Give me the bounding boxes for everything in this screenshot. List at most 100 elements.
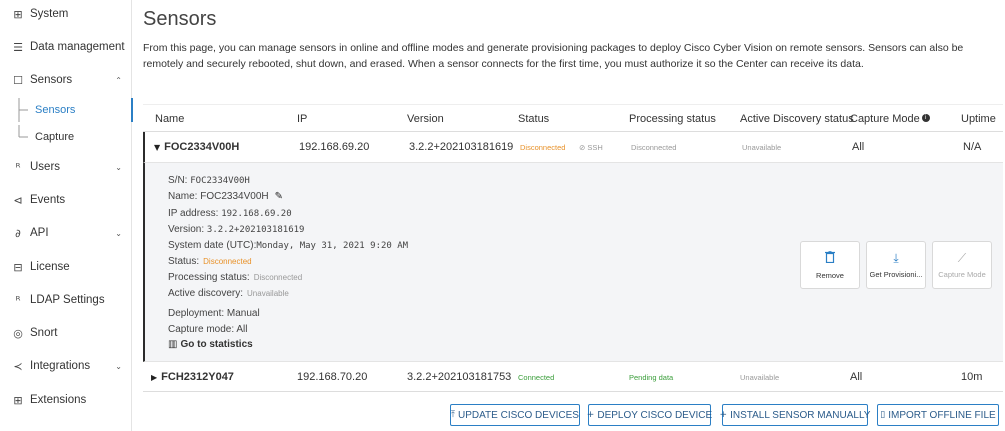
sidebar-item-label: API xyxy=(30,227,49,239)
import-offline-file-button[interactable]: ▯ IMPORT OFFLINE FILE xyxy=(877,404,999,426)
pencil-icon[interactable]: ✎ xyxy=(275,191,283,202)
sidebar-item-api[interactable]: ∂ API ⌄ xyxy=(0,221,132,245)
discovery-status: Unavailable xyxy=(742,143,782,152)
detail-processing: Processing status: Disconnected xyxy=(168,272,302,283)
sidebar-item-sensors[interactable]: ☐ Sensors ⌃ xyxy=(0,68,132,92)
sensor-name[interactable]: ▼ FOC2334V00H xyxy=(154,141,239,153)
detail-version: Version: 3.2.2+202103181619 xyxy=(168,224,304,235)
detail-label: Version: xyxy=(168,224,205,235)
remove-button[interactable]: Remove xyxy=(800,241,860,289)
get-provisioning-button[interactable]: ⤓ Get Provisioni... xyxy=(866,241,926,289)
sensor-name[interactable]: ▶ FCH2312Y047 xyxy=(151,371,234,383)
action-label: Remove xyxy=(816,270,844,280)
deploy-cisco-device-button[interactable]: + DEPLOY CISCO DEVICE xyxy=(586,404,713,426)
page-title: Sensors xyxy=(143,8,217,30)
sidebar-item-ldap-settings[interactable]: ᴿ LDAP Settings xyxy=(0,288,132,312)
sidebar-item-data-management[interactable]: ☰ Data management xyxy=(0,35,132,59)
install-sensor-manually-button[interactable]: + INSTALL SENSOR MANUALLY xyxy=(720,404,871,426)
detail-capture-mode: Capture mode: All xyxy=(168,324,248,335)
data-management-icon: ☰ xyxy=(13,40,23,54)
sidebar-item-license[interactable]: ⊟ License xyxy=(0,255,132,279)
button-label: IMPORT OFFLINE FILE xyxy=(888,409,996,421)
detail-label: Name: xyxy=(168,191,198,202)
sidebar-item-label: License xyxy=(30,261,70,273)
action-label: Get Provisioni... xyxy=(869,270,923,279)
info-icon[interactable]: i xyxy=(921,114,930,122)
wrench-icon: ⟋ xyxy=(957,251,967,265)
sidebar-item-integrations[interactable]: ≺ Integrations ⌄ xyxy=(0,354,132,378)
processing-status: Disconnected xyxy=(631,143,677,152)
detail-value: Unavailable xyxy=(247,289,289,298)
go-to-statistics-link[interactable]: ▥ Go to statistics xyxy=(168,339,253,350)
uptime: 10m xyxy=(961,371,983,383)
statistics-icon: ▥ xyxy=(168,339,178,350)
detail-ip: IP address: 192.168.69.20 xyxy=(168,208,292,219)
sidebar-item-users[interactable]: ᴿ Users ⌄ xyxy=(0,155,132,179)
plus-icon: + xyxy=(586,410,595,420)
detail-sn: S/N: FOC2334V00H xyxy=(168,175,250,186)
chevron-down-icon: ⌄ xyxy=(115,361,122,371)
sidebar-item-label: Snort xyxy=(30,327,58,339)
sidebar-item-system[interactable]: ⊞ System xyxy=(0,2,132,26)
sensor-name-text: FCH2312Y047 xyxy=(161,371,234,383)
sensor-version: 3.2.2+202103181619 xyxy=(409,141,514,153)
detail-status: Status: Disconnected xyxy=(168,256,252,267)
download-icon: ⤓ xyxy=(893,251,899,265)
column-header-status[interactable]: Status xyxy=(518,113,549,125)
trash-icon xyxy=(825,249,835,266)
capture-mode: All xyxy=(850,371,863,383)
table-row[interactable]: ▶ FCH2312Y047 192.168.70.20 3.2.2+2021031… xyxy=(143,362,1003,392)
api-icon: ∂ xyxy=(15,226,21,240)
sidebar-subitem-sensors[interactable]: Sensors xyxy=(0,98,133,122)
sidebar-item-label: System xyxy=(30,8,69,20)
detail-value: 3.2.2+202103181619 xyxy=(206,225,305,235)
license-icon: ⊟ xyxy=(13,260,23,274)
sidebar-subitem-label: Capture xyxy=(35,131,75,143)
sensor-ip: 192.168.70.20 xyxy=(297,371,368,383)
button-label: INSTALL SENSOR MANUALLY xyxy=(730,409,871,421)
extensions-icon: ⊞ xyxy=(13,393,23,407)
detail-label: S/N: xyxy=(168,175,188,186)
column-header-active-discovery[interactable]: Active Discovery status xyxy=(740,113,854,125)
column-header-version[interactable]: Version xyxy=(407,113,444,125)
column-header-ip[interactable]: IP xyxy=(297,113,307,125)
chevron-down-icon: ⌄ xyxy=(115,162,122,172)
column-header-processing-status[interactable]: Processing status xyxy=(629,113,716,125)
ldap-icon: ᴿ xyxy=(15,293,21,307)
sidebar-item-label: Extensions xyxy=(30,394,87,406)
table-row[interactable]: ▼ FOC2334V00H 192.168.69.20 3.2.2+2021031… xyxy=(143,132,1003,162)
tree-line-icon xyxy=(18,98,28,122)
caret-down-icon[interactable]: ▼ xyxy=(154,143,160,152)
upload-icon: ⤒ xyxy=(451,410,456,420)
chevron-down-icon: ⌄ xyxy=(115,228,122,238)
button-label: DEPLOY CISCO DEVICE xyxy=(597,409,713,421)
sidebar-item-extensions[interactable]: ⊞ Extensions xyxy=(0,388,132,412)
sidebar-item-events[interactable]: ⊲ Events xyxy=(0,188,132,212)
uptime: N/A xyxy=(963,141,982,153)
sidebar-item-snort[interactable]: ◎ Snort xyxy=(0,321,132,345)
caret-right-icon[interactable]: ▶ xyxy=(151,373,157,382)
integrations-icon: ≺ xyxy=(13,359,23,373)
update-cisco-devices-button[interactable]: ⤒ UPDATE CISCO DEVICES xyxy=(450,404,580,426)
column-header-uptime[interactable]: Uptime xyxy=(961,113,996,125)
column-header-name[interactable]: Name xyxy=(155,113,184,125)
capture-mode-button[interactable]: ⟋ Capture Mode xyxy=(932,241,992,289)
events-icon: ⊲ xyxy=(13,193,23,207)
column-header-capture-mode[interactable]: Capture Mode i xyxy=(850,113,930,125)
detail-deployment: Deployment: Manual xyxy=(168,308,260,319)
column-header-label: Capture Mode xyxy=(850,113,920,125)
sidebar-item-label: Sensors xyxy=(30,74,73,86)
tree-line-icon xyxy=(18,125,28,138)
page-description: From this page, you can manage sensors i… xyxy=(143,42,964,70)
sensors-icon: ☐ xyxy=(13,73,23,87)
snort-icon: ◎ xyxy=(13,326,23,340)
detail-discovery: Active discovery: Unavailable xyxy=(168,288,289,299)
detail-label: IP address: xyxy=(168,208,219,219)
sidebar: ⊞ System ☰ Data management ☐ Sensors ⌃ S… xyxy=(0,0,133,431)
detail-value: Disconnected xyxy=(203,257,252,266)
detail-value: FOC2334V00H xyxy=(190,176,250,186)
system-icon: ⊞ xyxy=(13,7,23,21)
chevron-up-icon: ⌃ xyxy=(115,75,122,85)
table-header: Name IP Version Status Processing status… xyxy=(143,104,1003,132)
sidebar-subitem-capture[interactable]: Capture xyxy=(0,125,132,149)
